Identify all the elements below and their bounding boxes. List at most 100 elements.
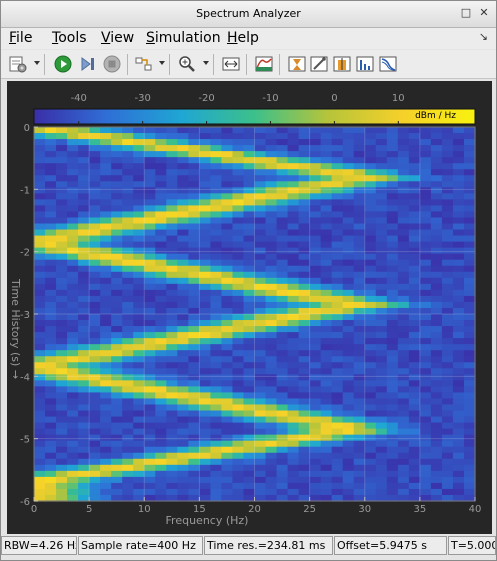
cursor-measurements-icon[interactable] (310, 55, 328, 73)
heatmap-cell (166, 235, 178, 243)
heatmap-cell (177, 320, 189, 327)
heatmap-cell (155, 440, 167, 448)
heatmap-cell (111, 295, 123, 303)
heatmap-cell (265, 446, 278, 454)
distortion-measurements-icon[interactable] (356, 55, 374, 73)
heatmap-cell (375, 476, 388, 484)
peak-finder-icon[interactable] (288, 55, 306, 73)
heatmap-cell (210, 458, 223, 466)
heatmap-cell (287, 362, 300, 369)
heatmap-cell (210, 247, 223, 255)
heatmap-cell (232, 187, 245, 194)
heatmap-cell (177, 446, 189, 454)
heatmap-cell (364, 488, 377, 496)
heatmap-cell (199, 368, 211, 375)
heatmap-cell (166, 151, 178, 158)
heatmap-cell (309, 374, 322, 381)
zoom-in-icon[interactable] (178, 55, 196, 73)
highlight-icon[interactable] (135, 55, 153, 73)
highlight-dropdown-icon[interactable] (159, 61, 165, 65)
heatmap-cell (441, 476, 454, 484)
heatmap-cell (276, 277, 289, 285)
heatmap-cell (342, 253, 355, 261)
heatmap-cell (342, 356, 355, 363)
heatmap-cell (452, 368, 465, 375)
heatmap-cell (133, 229, 145, 237)
ccdf-icon[interactable] (379, 55, 397, 73)
heatmap-cell (254, 247, 267, 255)
heatmap-cell (342, 157, 355, 164)
heatmap-cell (100, 446, 112, 454)
heatmap-cell (331, 223, 344, 231)
heatmap-cell (342, 350, 355, 357)
heatmap-cell (298, 416, 311, 424)
heatmap-cell (441, 229, 454, 237)
heatmap-cell (397, 464, 410, 472)
heatmap-cell (188, 193, 200, 200)
heatmap-cell (89, 470, 101, 478)
heatmap-cell (100, 145, 112, 152)
heatmap-cell (320, 127, 333, 134)
heatmap-cell (254, 440, 267, 448)
heatmap-cell (232, 247, 245, 255)
heatmap-cell (232, 368, 245, 375)
close-icon[interactable]: ✕ (477, 6, 491, 20)
heatmap-cell (221, 416, 234, 424)
heatmap-cell (166, 187, 178, 194)
heatmap-cell (342, 332, 355, 339)
menu-help[interactable]: Help (227, 30, 259, 46)
heatmap-cell (243, 157, 256, 164)
heatmap-cell (254, 217, 267, 225)
stop-icon[interactable] (103, 55, 121, 73)
menu-simulation[interactable]: Simulation (146, 30, 221, 46)
menu-view[interactable]: View (101, 30, 134, 46)
heatmap-cell (397, 235, 410, 243)
menu-tools[interactable]: Tools (52, 30, 87, 46)
heatmap-cell (331, 151, 344, 158)
heatmap-cell (353, 338, 366, 345)
scale-axes-icon[interactable] (222, 55, 240, 73)
heatmap-cell (188, 458, 200, 466)
heatmap-cell (298, 253, 311, 261)
heatmap-cell (34, 452, 46, 460)
heatmap-cell (232, 476, 245, 484)
restore-icon[interactable]: □ (459, 6, 473, 20)
spectrum-settings-icon[interactable] (255, 55, 273, 73)
settings-icon[interactable] (9, 55, 27, 73)
zoom-dropdown-icon[interactable] (203, 61, 209, 65)
heatmap-cell (56, 211, 68, 219)
heatmap-cell (276, 368, 289, 375)
heatmap-cell (210, 362, 223, 369)
heatmap-cell (364, 482, 377, 490)
heatmap-cell (166, 181, 178, 188)
heatmap-cell (111, 259, 123, 267)
channel-measurements-icon[interactable] (333, 55, 351, 73)
heatmap-cell (100, 452, 112, 460)
heatmap-cell (56, 175, 68, 182)
heatmap-cell (243, 338, 256, 345)
heatmap-cell (342, 139, 355, 146)
step-forward-icon[interactable] (79, 55, 97, 73)
heatmap-cell (298, 277, 311, 285)
heatmap-cell (287, 139, 300, 146)
heatmap-cell (419, 169, 432, 176)
menu-file[interactable]: File (9, 30, 32, 46)
heatmap-cell (397, 410, 410, 418)
heatmap-cell (210, 320, 223, 327)
dock-arrow-icon[interactable]: ↘ (479, 30, 488, 43)
heatmap-cell (408, 199, 421, 207)
heatmap-cell (408, 326, 421, 333)
heatmap-cell (408, 320, 421, 327)
heatmap-cell (254, 428, 267, 436)
heatmap-cell (452, 386, 465, 394)
heatmap-cell (56, 326, 68, 333)
heatmap-cell (276, 145, 289, 152)
heatmap-cell (177, 223, 189, 231)
heatmap-cell (210, 253, 223, 261)
settings-dropdown-icon[interactable] (34, 61, 40, 65)
heatmap-cell (100, 338, 112, 345)
run-icon[interactable] (54, 55, 72, 73)
heatmap-cell (177, 133, 189, 140)
heatmap-cell (188, 217, 200, 225)
heatmap-cell (210, 145, 223, 152)
